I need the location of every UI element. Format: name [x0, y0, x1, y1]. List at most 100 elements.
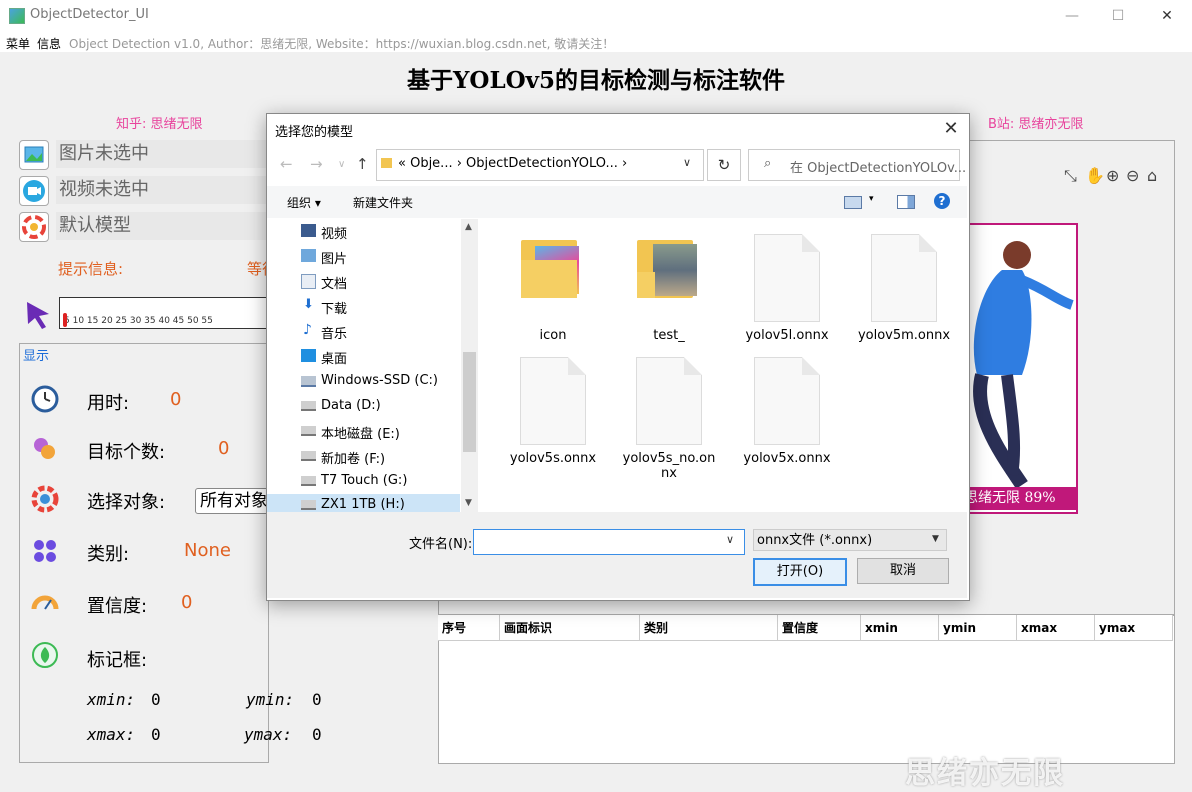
organize-button[interactable]: 组织 ▾ — [287, 194, 321, 211]
pan-icon[interactable]: ⤡ — [1064, 166, 1077, 186]
file-item[interactable]: yolov5x.onnx — [737, 355, 837, 467]
nav-item-drive-g[interactable]: T7 Touch (G:) — [321, 473, 407, 488]
image-select-label: 图片未选中 — [56, 140, 269, 168]
filename-dropdown-icon[interactable]: ∨ — [726, 533, 734, 546]
ymax-value: 0 — [312, 725, 322, 744]
menu-item-menu[interactable]: 菜单 — [6, 35, 30, 52]
model-select-label: 默认模型 — [56, 212, 269, 240]
table-header: 序号 — [438, 615, 500, 641]
hand-icon[interactable]: ✋ — [1085, 166, 1105, 185]
view-dropdown-icon[interactable]: ▾ — [869, 194, 874, 204]
drive-d-icon — [301, 401, 316, 411]
folder-front — [637, 272, 655, 298]
nav-item-desktop[interactable]: 桌面 — [321, 348, 347, 367]
slider-ticks: 5 10 15 20 25 30 35 40 45 50 55 — [64, 316, 213, 326]
pictures-folder-icon — [301, 249, 316, 262]
prompt-label: 提示信息: — [58, 260, 124, 278]
confidence-label: 置信度: — [87, 596, 148, 617]
model-icon[interactable] — [19, 212, 49, 242]
open-button[interactable]: 打开(O) — [753, 558, 847, 586]
detected-image — [960, 223, 1078, 514]
info-text: Object Detection v1.0, Author：思绪无限, Webs… — [69, 37, 615, 51]
back-arrow-icon[interactable]: ← — [280, 155, 293, 173]
video-select-label: 视频未选中 — [56, 176, 269, 204]
file-item[interactable]: icon — [503, 232, 603, 344]
table-header: xmax — [1017, 615, 1095, 641]
home-icon[interactable]: ⌂ — [1147, 166, 1157, 185]
file-item[interactable]: yolov5s.onnx — [503, 355, 603, 467]
new-folder-button[interactable]: 新建文件夹 — [353, 194, 413, 211]
file-item[interactable]: yolov5s_no.onnx — [619, 355, 719, 485]
video-icon[interactable] — [19, 176, 49, 206]
ymax-label: ymax: — [244, 725, 293, 744]
nav-scroll-thumb[interactable] — [463, 352, 476, 452]
watermark: 思绪亦无限 — [905, 756, 1065, 791]
zhihu-link[interactable]: 知乎: 思绪无限 — [116, 113, 203, 132]
up-arrow-icon[interactable]: ↑ — [356, 155, 369, 173]
table-header: ymin — [939, 615, 1017, 641]
chevron-down-icon[interactable]: ∨ — [683, 156, 691, 169]
nav-item-downloads[interactable]: 下载 — [321, 298, 347, 317]
nav-item-drive-c[interactable]: Windows-SSD (C:) — [321, 373, 438, 388]
zoom-out-icon[interactable]: ⊖ — [1126, 166, 1139, 185]
filename-input[interactable] — [473, 529, 745, 555]
search-icon: ⌕ — [764, 156, 772, 171]
cursor-icon — [24, 300, 52, 333]
nav-item-drive-e[interactable]: 本地磁盘 (E:) — [321, 423, 400, 442]
zoom-in-icon[interactable]: ⊕ — [1106, 166, 1119, 185]
dialog-footer — [267, 512, 967, 598]
detection-label: 思绪无限 89% — [960, 487, 1076, 510]
nav-item-pictures[interactable]: 图片 — [321, 248, 347, 267]
file-item[interactable]: test_ — [619, 232, 719, 344]
document-icon — [754, 357, 820, 445]
file-name: yolov5l.onnx — [745, 328, 829, 343]
navigation-pane — [267, 219, 479, 512]
view-mode-icon[interactable] — [844, 196, 862, 209]
scroll-up-icon[interactable]: ▲ — [465, 222, 472, 232]
nav-item-drive-d[interactable]: Data (D:) — [321, 398, 381, 413]
close-button[interactable]: ✕ — [1147, 4, 1187, 28]
cancel-button[interactable]: 取消 — [857, 558, 949, 584]
nav-item-drive-h[interactable]: ZX1 1TB (H:) — [321, 497, 405, 512]
preview-pane-icon[interactable] — [897, 195, 915, 209]
file-name: icon — [539, 328, 567, 343]
drive-g-icon — [301, 476, 316, 486]
filename-label: 文件名(N): — [409, 537, 473, 552]
scroll-down-icon[interactable]: ▼ — [465, 498, 472, 508]
image-icon[interactable] — [19, 140, 49, 170]
table-header: 置信度 — [778, 615, 861, 641]
nav-item-music[interactable]: 音乐 — [321, 323, 347, 342]
filetype-dropdown-icon[interactable]: ▼ — [932, 534, 939, 544]
nav-item-documents[interactable]: 文档 — [321, 273, 347, 292]
help-icon[interactable]: ? — [934, 193, 950, 209]
xmin-value: 0 — [151, 690, 161, 709]
time-label: 用时: — [87, 393, 130, 414]
slider-handle[interactable] — [63, 313, 67, 327]
xmax-label: xmax: — [87, 725, 136, 744]
file-name: test_ — [653, 328, 685, 343]
dialog-close-button[interactable]: ✕ — [938, 118, 964, 140]
target-count-icon — [31, 434, 59, 465]
video-folder-icon — [301, 224, 316, 237]
file-item[interactable]: yolov5l.onnx — [737, 232, 837, 344]
table-header: ymax — [1095, 615, 1173, 641]
drive-h-icon — [301, 500, 316, 510]
minimize-button[interactable]: — — [1052, 4, 1092, 28]
window-title: ObjectDetector_UI — [30, 7, 149, 22]
class-label: 类别: — [87, 544, 130, 565]
recent-dropdown-icon[interactable]: ∨ — [338, 159, 345, 170]
forward-arrow-icon[interactable]: → — [310, 155, 323, 173]
download-icon: ⬇ — [303, 297, 314, 312]
file-item[interactable]: yolov5m.onnx — [854, 232, 954, 344]
bilibili-link[interactable]: B站: 思绪亦无限 — [988, 113, 1083, 132]
filetype-select[interactable]: onnx文件 (*.onnx) — [753, 529, 947, 551]
document-icon — [754, 234, 820, 322]
nav-item-drive-f[interactable]: 新加卷 (F:) — [321, 448, 385, 467]
menu-item-info[interactable]: 信息 — [37, 35, 61, 52]
nav-item-videos[interactable]: 视频 — [321, 223, 347, 242]
folder-front — [521, 260, 577, 298]
address-path[interactable]: « Obje... › ObjectDetectionYOLO... › — [398, 156, 627, 171]
maximize-button[interactable]: ☐ — [1098, 4, 1138, 28]
table-header: 画面标识 — [500, 615, 640, 641]
refresh-button[interactable]: ↻ — [707, 149, 741, 181]
